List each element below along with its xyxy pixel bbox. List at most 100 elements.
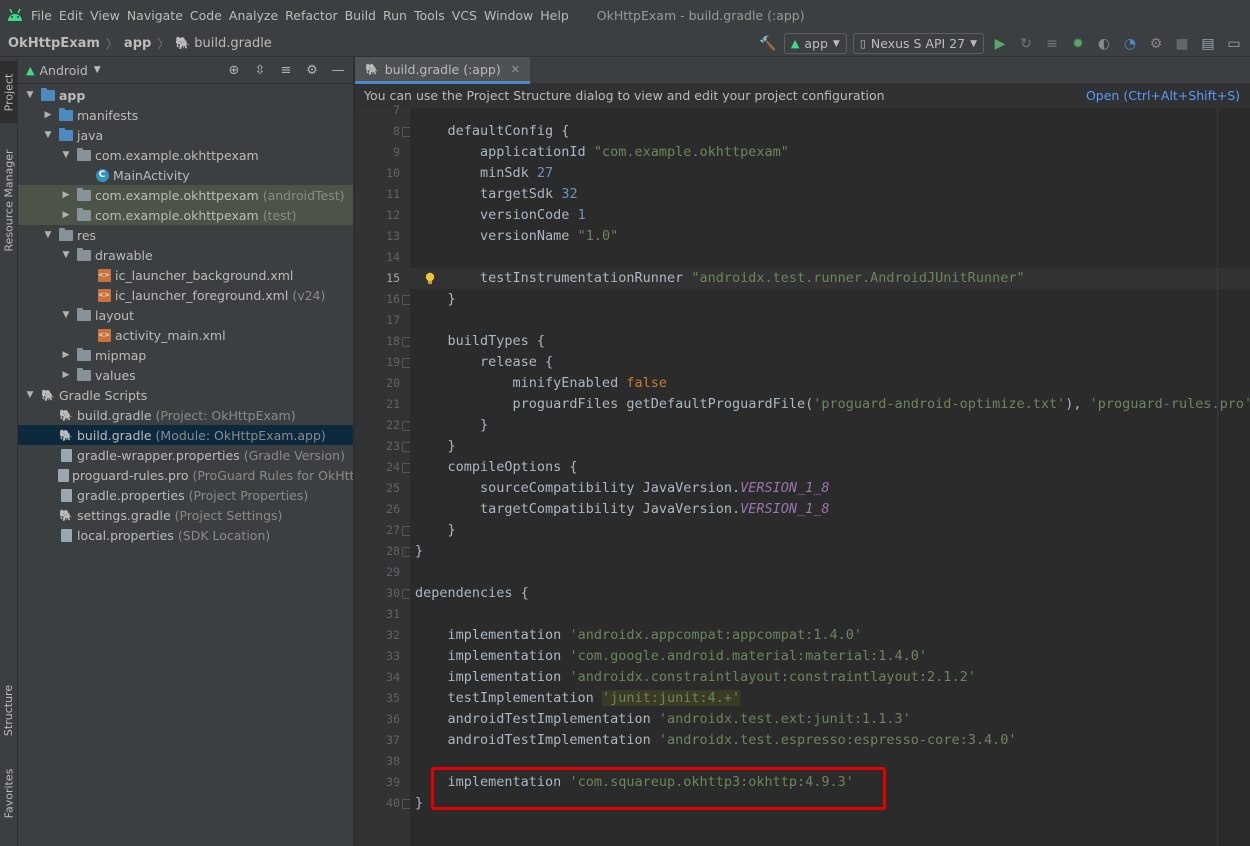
line-number: 12	[386, 208, 400, 222]
line-number: 37	[386, 733, 400, 747]
apply-code-changes-icon[interactable]: ≡	[1042, 34, 1062, 54]
line-number: 11	[386, 187, 400, 201]
project-view-select[interactable]: Android	[39, 63, 87, 78]
tree-item-layout[interactable]: ▼ layout	[18, 305, 353, 325]
tree-item-label: res	[77, 227, 97, 243]
dropdown-arrow-icon: ▼	[970, 38, 977, 49]
expand-all-icon[interactable]: ⇳	[251, 61, 269, 79]
tab-resource-manager[interactable]: Resource Manager	[0, 135, 18, 265]
hide-panel-icon[interactable]: —	[329, 61, 347, 79]
dropdown-arrow-icon[interactable]: ▼	[94, 65, 101, 75]
code-line: targetCompatibility JavaVersion.VERSION_…	[415, 499, 830, 520]
tree-item-build-gradle-module[interactable]: 🐘 build.gradle (Module: OkHttpExam.app)	[18, 425, 353, 445]
menu-refactor[interactable]: Refactor	[285, 8, 343, 23]
tab-favorites[interactable]: Favorites	[0, 757, 18, 829]
tree-item-drawable[interactable]: ▼ drawable	[18, 245, 353, 265]
tree-item-app[interactable]: ▼ app	[18, 85, 353, 105]
device-manager-icon[interactable]: ▭	[1224, 34, 1244, 54]
code-line: defaultConfig {	[415, 121, 570, 142]
breadcrumb-module[interactable]: app	[124, 36, 151, 51]
package-folder-icon	[76, 207, 92, 222]
expanded-arrow-icon: ▼	[62, 310, 70, 320]
tree-item-mainactivity[interactable]: C MainActivity	[18, 165, 353, 185]
run-configuration-select[interactable]: ▲ app ▼	[783, 33, 847, 54]
tree-item-gradle-properties[interactable]: gradle.properties (Project Properties)	[18, 485, 353, 505]
menu-file[interactable]: File	[31, 8, 58, 23]
code-area[interactable]: defaultConfig { applicationId "com.examp…	[410, 108, 1250, 846]
settings-gear-icon[interactable]: ⚙	[303, 61, 321, 79]
line-number: 14	[386, 250, 400, 264]
tree-item-settings-gradle[interactable]: 🐘 settings.gradle (Project Settings)	[18, 505, 353, 525]
tree-item-package[interactable]: ▼ com.example.okhttpexam	[18, 145, 353, 165]
tree-item-label: settings.gradle	[77, 507, 171, 523]
tree-item-label: values	[95, 367, 136, 383]
menu-navigate[interactable]: Navigate	[127, 8, 189, 23]
tree-item-ic-launcher-background[interactable]: <> ic_launcher_background.xml	[18, 265, 353, 285]
debug-icon[interactable]: ✹	[1068, 34, 1088, 54]
tree-item-manifests[interactable]: ▶ manifests	[18, 105, 353, 125]
tree-item-local-properties[interactable]: local.properties (SDK Location)	[18, 525, 353, 545]
attach-process-icon[interactable]: ⚙	[1146, 34, 1166, 54]
xml-file-icon: <>	[96, 268, 112, 282]
run-icon[interactable]: ▶	[990, 34, 1010, 54]
tree-item-package-test[interactable]: ▶ com.example.okhttpexam (test)	[18, 205, 353, 225]
line-number: 26	[386, 502, 400, 516]
tab-structure[interactable]: Structure	[0, 677, 18, 743]
notice-open-link[interactable]: Open (Ctrl+Alt+Shift+S)	[1086, 88, 1240, 103]
code-token: release {	[415, 354, 554, 370]
project-structure-icon[interactable]: ▤	[1198, 34, 1218, 54]
xml-file-icon: <>	[96, 328, 112, 342]
device-select[interactable]: ▯ Nexus S API 27 ▼	[852, 33, 984, 54]
collapsed-arrow-icon: ▶	[44, 110, 52, 120]
menu-analyze[interactable]: Analyze	[229, 8, 284, 23]
menu-run[interactable]: Run	[383, 8, 413, 23]
menu-build[interactable]: Build	[345, 8, 382, 23]
line-number: 35	[386, 691, 400, 705]
code-line: androidTestImplementation 'androidx.test…	[415, 730, 1017, 751]
code-line: minifyEnabled false	[415, 373, 667, 394]
apply-changes-icon[interactable]: ↻	[1016, 34, 1036, 54]
profile-icon[interactable]: ◔	[1120, 34, 1140, 54]
editor-tab-build-gradle[interactable]: 🐘 build.gradle (:app) ✕	[355, 57, 530, 84]
breadcrumb-project[interactable]: OkHttpExam	[8, 36, 100, 51]
tree-item-label: manifests	[77, 107, 139, 123]
stop-icon[interactable]: ■	[1172, 34, 1192, 54]
tree-item-mipmap[interactable]: ▶ mipmap	[18, 345, 353, 365]
attach-debugger-icon[interactable]: ◐	[1094, 34, 1114, 54]
menu-tools[interactable]: Tools	[414, 8, 451, 23]
code-token: targetCompatibility JavaVersion.	[415, 501, 741, 517]
code-line: minSdk 27	[415, 163, 553, 184]
breadcrumb-file[interactable]: 🐘 build.gradle	[175, 36, 271, 51]
code-token: }	[415, 795, 424, 811]
make-project-hammer-icon[interactable]: 🔨	[758, 34, 778, 54]
line-number: 29	[386, 565, 400, 579]
menu-vcs[interactable]: VCS	[452, 8, 483, 23]
menu-view[interactable]: View	[90, 8, 126, 23]
tree-item-values[interactable]: ▶ values	[18, 365, 353, 385]
tree-item-proguard-rules[interactable]: proguard-rules.pro (ProGuard Rules for O…	[18, 465, 353, 485]
tree-item-build-gradle-project[interactable]: 🐘 build.gradle (Project: OkHttpExam)	[18, 405, 353, 425]
locate-icon[interactable]: ⊕	[225, 61, 243, 79]
code-line: sourceCompatibility JavaVersion.VERSION_…	[415, 478, 830, 499]
tab-project[interactable]: Project	[0, 61, 18, 123]
tree-item-java[interactable]: ▼ java	[18, 125, 353, 145]
device-value: Nexus S API 27	[870, 36, 966, 51]
menu-code[interactable]: Code	[190, 8, 228, 23]
menu-edit[interactable]: Edit	[59, 8, 89, 23]
menu-help[interactable]: Help	[540, 8, 575, 23]
tree-item-gradle-scripts[interactable]: ▼ 🐘 Gradle Scripts	[18, 385, 353, 405]
editor-tab-label: build.gradle (:app)	[384, 61, 501, 77]
properties-file-icon	[58, 448, 74, 462]
code-token: applicationId	[415, 144, 594, 160]
code-token: 'androidx.test.espresso:espresso-core:3.…	[658, 732, 1017, 748]
tree-item-package-androidtest[interactable]: ▶ com.example.okhttpexam (androidTest)	[18, 185, 353, 205]
tree-item-activity-main[interactable]: <> activity_main.xml	[18, 325, 353, 345]
collapse-all-icon[interactable]: ≡	[277, 61, 295, 79]
menu-window[interactable]: Window	[484, 8, 539, 23]
lightbulb-icon[interactable]	[424, 272, 436, 286]
tree-item-gradle-wrapper[interactable]: gradle-wrapper.properties (Gradle Versio…	[18, 445, 353, 465]
close-icon[interactable]: ✕	[511, 63, 520, 76]
tree-item-ic-launcher-foreground[interactable]: <> ic_launcher_foreground.xml (v24)	[18, 285, 353, 305]
tree-item-res[interactable]: ▼ res	[18, 225, 353, 245]
code-token: implementation	[415, 648, 570, 664]
